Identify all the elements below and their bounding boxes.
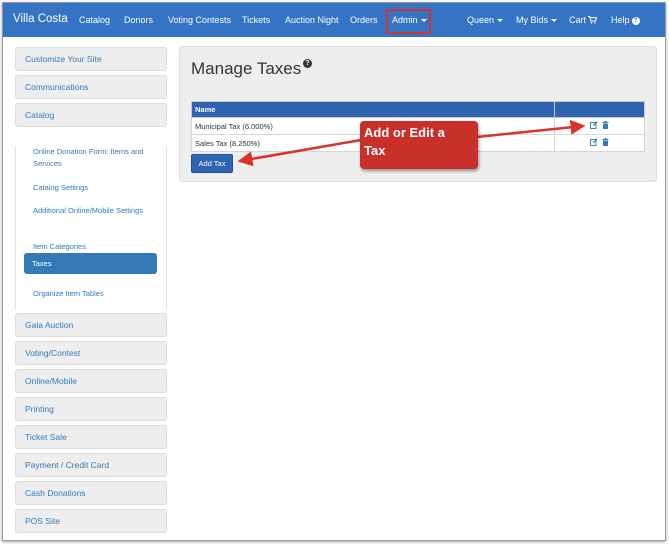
callout-text-line2: Tax [364, 143, 386, 158]
arrow-to-edit-icons [476, 119, 586, 139]
annotation-arrows [237, 119, 586, 167]
arrow-to-add-tax [237, 138, 362, 167]
annotation-callout: Add or Edit a Tax [360, 121, 478, 169]
browser-frame: Villa Costa Catalog Donors Voting Contes… [2, 2, 666, 541]
callout-text-line1: Add or Edit a [364, 125, 445, 140]
